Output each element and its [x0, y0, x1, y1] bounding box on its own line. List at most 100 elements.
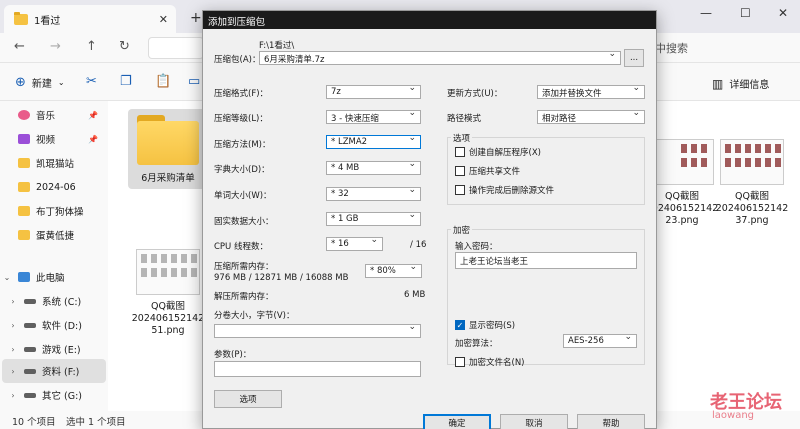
- mem-decomp-value: 6 MB: [404, 290, 426, 300]
- archive-path: F:\1看过\: [259, 41, 295, 51]
- sidebar-item-drive-c[interactable]: › 系统 (C:): [0, 289, 104, 313]
- sidebar-item-drive-g[interactable]: › 其它 (G:): [0, 383, 104, 407]
- back-icon[interactable]: ←: [14, 39, 25, 54]
- refresh-icon[interactable]: ↻: [119, 39, 130, 54]
- dialog-title: 添加到压缩包: [203, 11, 656, 29]
- plus-icon: ⊕: [15, 75, 26, 90]
- split-combo[interactable]: [214, 324, 421, 338]
- folder-icon: [137, 115, 199, 165]
- pathmode-label: 路径模式: [447, 114, 482, 124]
- chevron-down-icon[interactable]: ⌄: [0, 273, 14, 282]
- sidebar-item-folder[interactable]: 布丁狗体操: [0, 199, 104, 223]
- image-thumbnail: [650, 139, 714, 185]
- pin-icon: 📌: [88, 134, 98, 144]
- options-group-title: 选项: [451, 132, 473, 144]
- tab-title: 1看过: [34, 15, 61, 27]
- ok-button[interactable]: 确定: [423, 414, 491, 429]
- encrypt-names-label: 加密文件名(N): [469, 358, 525, 368]
- cut-icon[interactable]: ✂: [86, 74, 97, 89]
- params-input[interactable]: [214, 361, 421, 377]
- format-combo[interactable]: 7z: [326, 85, 421, 99]
- sidebar-item-drive-f[interactable]: › 资料 (F:): [2, 359, 106, 383]
- paste-icon[interactable]: 📋: [155, 74, 171, 89]
- sidebar-item-drive-d[interactable]: › 软件 (D:): [0, 313, 104, 337]
- folder-icon: [18, 230, 30, 240]
- shared-checkbox[interactable]: 压缩共享文件: [455, 165, 520, 177]
- chevron-right-icon[interactable]: ›: [6, 321, 20, 330]
- sidebar-item-label: 其它 (G:): [42, 391, 82, 402]
- drive-icon: [24, 298, 36, 304]
- drive-icon: [24, 368, 36, 374]
- enc-method-combo[interactable]: AES-256: [563, 334, 637, 348]
- format-label: 压缩格式(F)：: [214, 89, 269, 99]
- file-item[interactable]: 6月采购清单: [128, 109, 208, 189]
- close-tab-icon[interactable]: ✕: [159, 13, 168, 26]
- file-name: QQ截图202406152142 37.png: [715, 191, 789, 226]
- chevron-right-icon[interactable]: ›: [6, 297, 20, 306]
- cancel-button[interactable]: 取消: [500, 414, 568, 429]
- chevron-down-icon: ⌄: [57, 78, 65, 87]
- navigation-pane: 音乐 📌 视频 📌 凯琨猫站 2024-06 布丁狗体操 蛋黄低捷 ⌄ 此电脑: [0, 101, 108, 411]
- sidebar-item-label: 系统 (C:): [42, 297, 82, 308]
- close-window-icon[interactable]: ✕: [778, 6, 788, 20]
- sfx-checkbox[interactable]: 创建自解压程序(X): [455, 146, 541, 158]
- maximize-icon[interactable]: ☐: [740, 6, 751, 20]
- threads-label: CPU 线程数：: [214, 242, 268, 252]
- sidebar-item-video[interactable]: 视频 📌: [0, 127, 104, 151]
- word-label: 单词大小(W)：: [214, 191, 272, 201]
- encrypt-names-checkbox[interactable]: 加密文件名(N): [455, 356, 525, 368]
- sidebar-item-label: 此电脑: [36, 273, 65, 284]
- sidebar-item-folder[interactable]: 2024-06: [0, 175, 104, 199]
- sidebar-item-label: 2024-06: [36, 181, 76, 193]
- folder-icon: [18, 206, 30, 216]
- copy-icon[interactable]: ❐: [120, 74, 132, 89]
- mem-decomp-label: 解压所需内存：: [214, 292, 274, 302]
- split-label: 分卷大小，字节(V)：: [214, 311, 295, 321]
- checkmark-icon: ✓: [455, 320, 465, 330]
- browse-button[interactable]: ...: [624, 49, 644, 67]
- method-label: 压缩方法(M)：: [214, 140, 271, 150]
- sidebar-item-folder[interactable]: 蛋黄低捷: [0, 223, 104, 247]
- sidebar-item-drive-e[interactable]: › 游戏 (E:): [0, 337, 104, 361]
- up-icon[interactable]: ↑: [86, 39, 97, 54]
- checkbox-box: [455, 357, 465, 367]
- sidebar-item-this-pc[interactable]: ⌄ 此电脑: [0, 265, 104, 289]
- rename-icon[interactable]: ▭: [188, 74, 200, 89]
- options-button[interactable]: 选项: [214, 390, 282, 408]
- encryption-group-title: 加密: [451, 224, 473, 236]
- new-label: 新建: [31, 79, 52, 90]
- word-combo[interactable]: * 32: [326, 187, 421, 201]
- sidebar-item-folder[interactable]: 凯琨猫站: [0, 151, 104, 175]
- method-combo[interactable]: * LZMA2: [326, 135, 421, 149]
- forward-icon[interactable]: →: [50, 39, 61, 54]
- sidebar-item-music[interactable]: 音乐 📌: [0, 103, 104, 127]
- image-thumbnail: [720, 139, 784, 185]
- delete-source-checkbox[interactable]: 操作完成后删除源文件: [455, 184, 554, 196]
- checkbox-box: [455, 185, 465, 195]
- new-tab-button[interactable]: +: [190, 10, 202, 26]
- new-button[interactable]: ⊕ 新建 ⌄: [15, 75, 65, 90]
- chevron-right-icon[interactable]: ›: [6, 367, 20, 376]
- search-input[interactable]: 中搜索: [655, 40, 688, 56]
- show-password-checkbox[interactable]: ✓ 显示密码(S): [455, 319, 515, 331]
- explorer-tab[interactable]: 1看过 ✕: [4, 5, 176, 33]
- sidebar-item-label: 音乐: [36, 111, 56, 122]
- pathmode-combo[interactable]: 相对路径: [537, 110, 645, 124]
- chevron-right-icon[interactable]: ›: [6, 391, 20, 400]
- file-item[interactable]: QQ截图202406152142 51.png: [128, 249, 208, 337]
- update-combo[interactable]: 添加并替换文件: [537, 85, 645, 99]
- password-input[interactable]: 上老王论坛当老王: [455, 252, 637, 269]
- file-item[interactable]: QQ截图202406152142 37.png: [712, 139, 792, 227]
- dict-combo[interactable]: * 4 MB: [326, 161, 421, 175]
- address-input[interactable]: [148, 37, 204, 59]
- help-button[interactable]: 帮助: [577, 414, 645, 429]
- detail-info-button[interactable]: ▥ 详细信息: [712, 76, 769, 92]
- mem-comp-value: 976 MB / 12871 MB / 16088 MB: [214, 273, 349, 283]
- threads-combo[interactable]: * 16: [326, 237, 383, 251]
- minimize-icon[interactable]: —: [700, 6, 712, 20]
- chevron-right-icon[interactable]: ›: [6, 345, 20, 354]
- archive-name-combo[interactable]: 6月采购清单.7z: [259, 51, 621, 65]
- level-combo[interactable]: 3 - 快速压缩: [326, 110, 421, 124]
- solid-combo[interactable]: * 1 GB: [326, 212, 421, 226]
- mem-pct-combo[interactable]: * 80%: [365, 264, 422, 278]
